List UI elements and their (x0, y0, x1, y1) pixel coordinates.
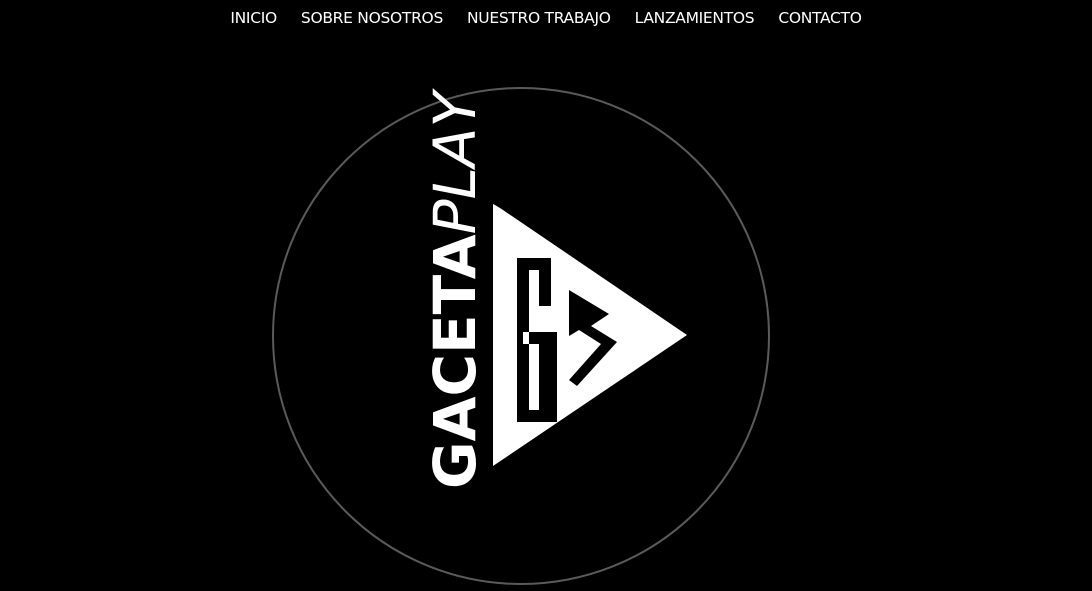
nav-link-nuestro-trabajo[interactable]: NUESTRO TRABAJO (467, 9, 611, 27)
logo-wordmark-bold: GACETA (421, 234, 489, 489)
logo-wordmark-light: PLAY (421, 87, 489, 234)
nav-link-inicio[interactable]: INICIO (230, 9, 277, 27)
brand-logo: GACETAPLAY (271, 86, 771, 586)
logo-wordmark: GACETAPLAY (421, 87, 489, 489)
logo-circle-outline (272, 87, 770, 585)
nav-link-contacto[interactable]: CONTACTO (778, 9, 862, 27)
logo-graphic: GACETAPLAY (272, 87, 770, 585)
nav-link-sobre-nosotros[interactable]: SOBRE NOSOTROS (301, 9, 443, 27)
nav-link-lanzamientos[interactable]: LANZAMIENTOS (635, 9, 755, 27)
gp-triangle-logo-icon (493, 204, 687, 466)
main-navigation: INICIO SOBRE NOSOTROS NUESTRO TRABAJO LA… (0, 0, 1092, 36)
